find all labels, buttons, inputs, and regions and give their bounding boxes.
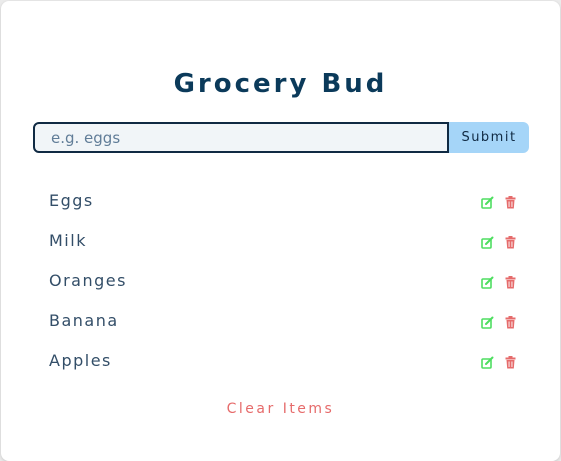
- item-name: Eggs: [49, 191, 94, 210]
- edit-icon[interactable]: [480, 195, 494, 209]
- submit-button[interactable]: Submit: [449, 122, 529, 153]
- list-item: Eggs: [49, 181, 517, 221]
- list-item: Milk: [49, 221, 517, 261]
- edit-icon[interactable]: [480, 275, 494, 289]
- edit-icon[interactable]: [480, 355, 494, 369]
- edit-icon[interactable]: [480, 235, 494, 249]
- list-item: Oranges: [49, 261, 517, 301]
- trash-icon[interactable]: [503, 315, 517, 329]
- item-actions: [480, 235, 517, 249]
- item-name: Oranges: [49, 271, 127, 290]
- item-name: Milk: [49, 231, 87, 250]
- trash-icon[interactable]: [503, 355, 517, 369]
- page-title: Grocery Bud: [173, 69, 388, 99]
- grocery-form: Submit: [33, 122, 529, 153]
- edit-icon[interactable]: [480, 315, 494, 329]
- trash-icon[interactable]: [503, 195, 517, 209]
- clear-items-button[interactable]: Clear Items: [1, 399, 560, 419]
- item-name: Banana: [49, 311, 119, 330]
- grocery-list: Eggs Milk Oranges Banana Apples: [49, 181, 517, 381]
- grocery-card: Grocery Bud Submit Eggs Milk: [1, 1, 560, 461]
- list-item: Apples: [49, 341, 517, 381]
- item-actions: [480, 275, 517, 289]
- item-actions: [480, 315, 517, 329]
- grocery-item-input[interactable]: [33, 122, 449, 153]
- item-actions: [480, 355, 517, 369]
- trash-icon[interactable]: [503, 275, 517, 289]
- item-name: Apples: [49, 351, 112, 370]
- list-item: Banana: [49, 301, 517, 341]
- trash-icon[interactable]: [503, 235, 517, 249]
- item-actions: [480, 195, 517, 209]
